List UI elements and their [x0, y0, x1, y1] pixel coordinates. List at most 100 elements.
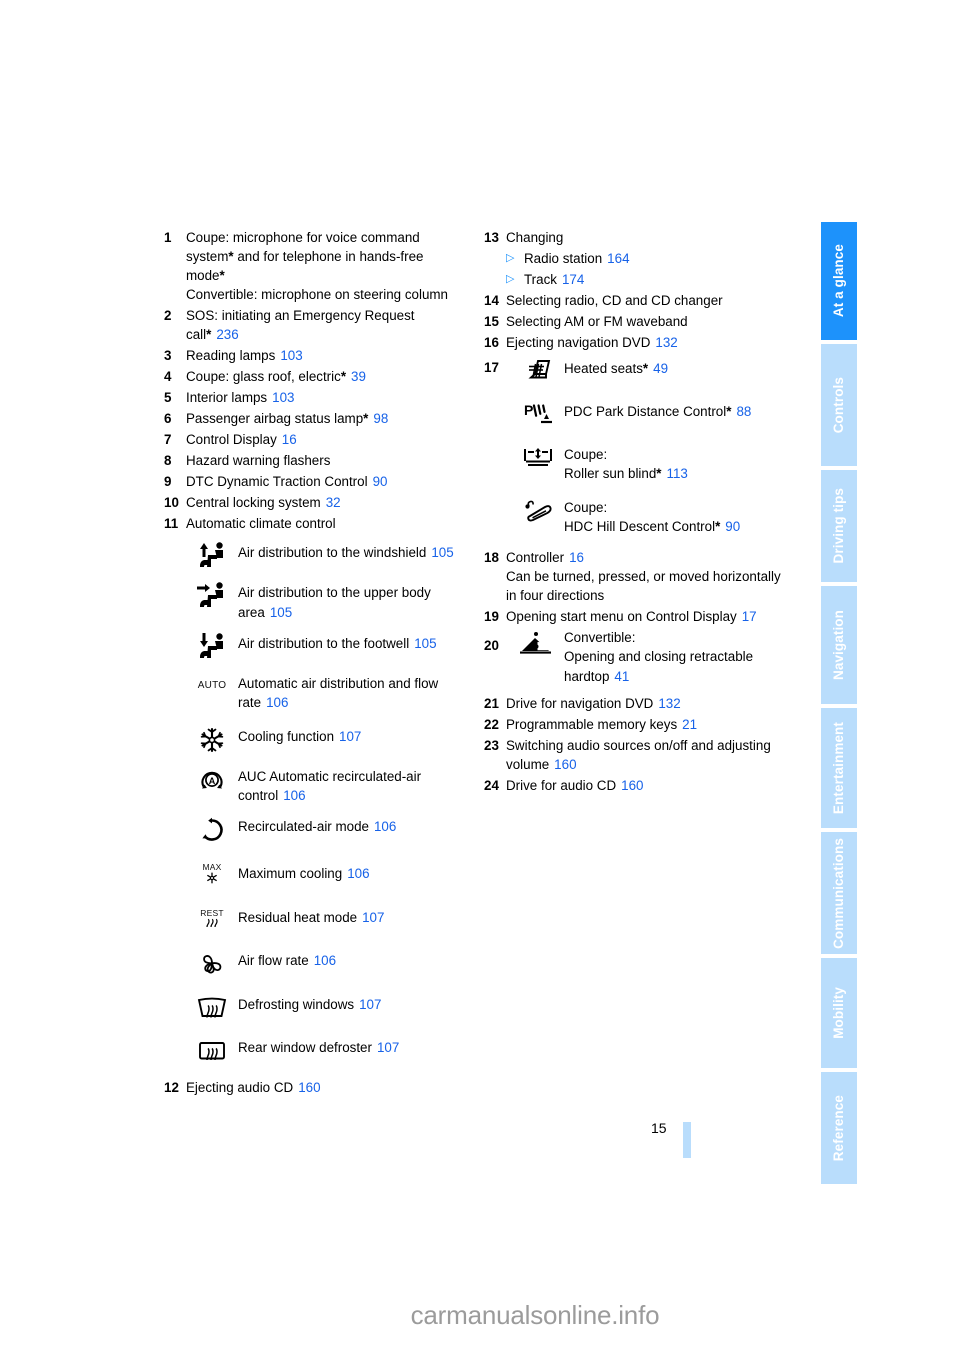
item-number: 6 — [164, 411, 172, 427]
item-label: Selecting radio, CD and CD changer — [506, 293, 723, 309]
page-reference[interactable]: 90 — [368, 474, 388, 489]
icon-label: Coupe: Roller sun blind* 113 — [564, 442, 794, 483]
page-reference[interactable]: 21 — [677, 717, 697, 732]
item-number: 9 — [164, 474, 172, 490]
item-text: Central locking system 32 — [186, 493, 464, 512]
heated-seat-icon — [512, 356, 564, 387]
icon-list-item: Air distribution to the upper body area 1… — [186, 580, 464, 621]
icon-list-item: A AUC Automatic recirculated-air control… — [186, 764, 464, 805]
tab-driving-tips[interactable]: Driving tips — [821, 470, 857, 582]
icon-label-text: Roller sun blind — [564, 466, 657, 482]
icon-label: Rear window defroster 107 — [238, 1035, 464, 1057]
item-text: Drive for audio CD 160 — [506, 776, 794, 795]
item-label: Selecting AM or FM waveband — [506, 314, 688, 330]
page-reference[interactable]: 164 — [602, 251, 629, 266]
item-number: 13 — [484, 230, 499, 245]
page-reference[interactable]: 106 — [261, 695, 288, 710]
option-star: * — [219, 268, 225, 284]
page-reference[interactable]: 107 — [334, 729, 361, 744]
tab-at-a-glance[interactable]: At a glance — [821, 222, 857, 340]
page-reference[interactable]: 132 — [653, 696, 680, 711]
page-reference[interactable]: 107 — [372, 1040, 399, 1055]
item-number: 5 — [164, 390, 172, 406]
page-reference[interactable]: 39 — [346, 369, 366, 384]
item-number: 15 — [484, 314, 499, 330]
page-reference[interactable]: 106 — [369, 819, 396, 834]
tab-navigation[interactable]: Navigation — [821, 586, 857, 704]
list-item: 10 Central locking system 32 — [164, 493, 464, 512]
page-reference[interactable]: 88 — [731, 404, 751, 419]
page-reference[interactable]: 107 — [357, 910, 384, 925]
icon-label: Air distribution to the footwell 105 — [238, 631, 464, 653]
tab-label: Reference — [831, 1094, 847, 1162]
tab-entertainment[interactable]: Entertainment — [821, 708, 857, 828]
page-reference[interactable]: 106 — [342, 866, 369, 881]
snowflake-cooling-icon — [186, 724, 238, 755]
item-text: Coupe: microphone for voice command syst… — [186, 228, 464, 304]
tab-label: Mobility — [831, 987, 847, 1039]
page-reference[interactable]: 16 — [277, 432, 297, 447]
item-number: 2 — [164, 308, 172, 324]
svg-text:P: P — [524, 402, 533, 418]
tab-reference[interactable]: Reference — [821, 1072, 857, 1184]
page-reference[interactable]: 49 — [648, 361, 668, 376]
list-item: 2 SOS: initiating an Emergency Request c… — [164, 306, 464, 344]
page-reference[interactable]: 17 — [737, 609, 757, 624]
page-reference[interactable]: 160 — [616, 778, 643, 793]
page-reference[interactable]: 106 — [309, 953, 336, 968]
icon-label-text: Recirculated-air mode — [238, 818, 369, 834]
defrost-windshield-icon — [186, 992, 238, 1023]
item-label: Switching audio sources on/off and adjus… — [506, 737, 771, 772]
triangle-bullet-icon: ▷ — [506, 252, 515, 265]
page-reference[interactable]: 103 — [275, 348, 302, 363]
icon-label-text: PDC Park Distance Control — [564, 404, 727, 420]
item-text-part-c: Convertible: microphone on steering colu… — [186, 287, 449, 303]
residual-heat-icon: REST — [186, 903, 238, 934]
page-reference[interactable]: 132 — [650, 335, 677, 350]
page-reference[interactable]: 174 — [557, 272, 584, 287]
page-reference[interactable]: 16 — [564, 550, 584, 565]
list-item: 14 Selecting radio, CD and CD changer — [484, 291, 794, 310]
item-number: 19 — [484, 609, 499, 625]
auto-climate-icon-text: AUTO — [197, 680, 227, 692]
item-label: Central locking system — [186, 495, 321, 511]
list-item: 3 Reading lamps 103 — [164, 346, 464, 365]
page-reference[interactable]: 32 — [321, 495, 341, 510]
icon-label-text: Air distribution to the footwell — [238, 635, 410, 651]
list-item: 5 Interior lamps 103 — [164, 388, 464, 407]
list-item: 22 Programmable memory keys 21 — [484, 715, 794, 734]
item-number: 3 — [164, 348, 172, 364]
tab-communications[interactable]: Communications — [821, 832, 857, 954]
page-reference[interactable]: 41 — [609, 669, 629, 684]
page-reference[interactable]: 236 — [211, 327, 238, 342]
icon-label-text: HDC Hill Descent Control — [564, 519, 716, 535]
page-reference[interactable]: 103 — [267, 390, 294, 405]
page-reference[interactable]: 113 — [662, 466, 688, 481]
page-reference[interactable]: 160 — [293, 1080, 320, 1095]
list-item: 18 Controller 16 Can be turned, pressed, o… — [484, 548, 794, 605]
page-reference[interactable]: 106 — [278, 788, 305, 803]
page-reference[interactable]: 107 — [354, 997, 381, 1012]
list-item: 21 Drive for navigation DVD 132 — [484, 694, 794, 713]
page-reference[interactable]: 105 — [426, 545, 453, 560]
tab-mobility[interactable]: Mobility — [821, 958, 857, 1068]
icon-list-item: REST Residual heat mode 107 — [186, 903, 464, 934]
group-20-icon-list: 20 Convertible: Opening and closing retra… — [484, 628, 794, 685]
page-reference[interactable]: 98 — [368, 411, 388, 426]
page-reference[interactable]: 105 — [409, 636, 436, 651]
icon-label-text: Maximum cooling — [238, 865, 343, 881]
icon-label: PDC Park Distance Control* 88 — [564, 399, 794, 421]
item-label: Opening start menu on Control Display — [506, 609, 737, 625]
page-reference[interactable]: 160 — [549, 757, 576, 772]
page-reference[interactable]: 90 — [720, 519, 740, 534]
auto-climate-icon: AUTO — [186, 671, 238, 702]
tab-label: Communications — [831, 837, 847, 949]
watermark: carmanualsonline.info — [0, 1300, 960, 1331]
icon-list-item: Coupe: HDC Hill Descent Control* 90 — [512, 495, 794, 536]
option-star: * — [656, 466, 662, 482]
svg-text:A: A — [209, 776, 216, 786]
page-reference[interactable]: 105 — [265, 605, 292, 620]
item-label: Reading lamps — [186, 348, 276, 364]
tab-controls[interactable]: Controls — [821, 344, 857, 466]
icon-label: Cooling function 107 — [238, 724, 464, 746]
